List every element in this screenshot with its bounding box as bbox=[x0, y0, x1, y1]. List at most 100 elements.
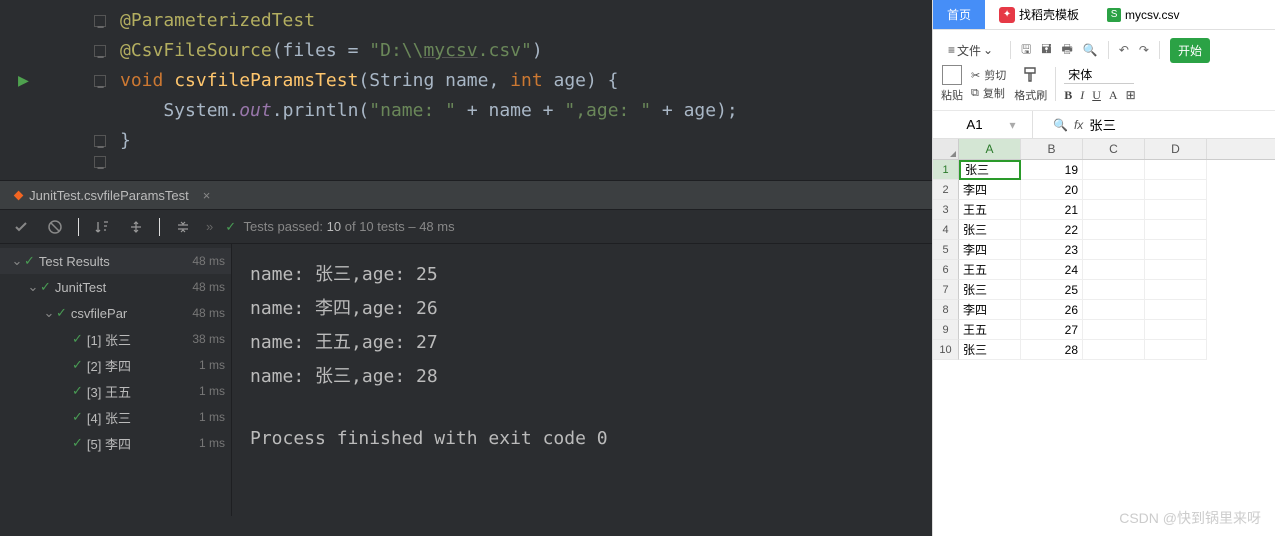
tree-leaf[interactable]: ✓[1] 张三38 ms bbox=[0, 326, 231, 352]
spreadsheet-grid[interactable]: A B C D 1张三19 2李四20 3王五21 4张三22 5李四23 6王… bbox=[933, 139, 1275, 360]
tree-leaf[interactable]: ✓[5] 李四1 ms bbox=[0, 430, 231, 456]
cell[interactable]: 26 bbox=[1021, 300, 1083, 320]
preview-icon[interactable]: 🔍 bbox=[1083, 43, 1098, 57]
fx-icon[interactable]: fx bbox=[1074, 118, 1083, 132]
cell[interactable] bbox=[1083, 280, 1145, 300]
cell[interactable] bbox=[1145, 220, 1207, 240]
fold-icon[interactable] bbox=[94, 15, 106, 27]
font-color-button[interactable]: A bbox=[1109, 88, 1118, 103]
cell[interactable]: 22 bbox=[1021, 220, 1083, 240]
collapse-all-button[interactable] bbox=[172, 216, 194, 238]
select-all-corner[interactable] bbox=[933, 139, 959, 159]
tab-home[interactable]: 首页 bbox=[933, 0, 985, 29]
cell[interactable]: 张三 bbox=[959, 220, 1021, 240]
cell[interactable]: 王五 bbox=[959, 200, 1021, 220]
sort-button[interactable] bbox=[91, 216, 113, 238]
cell[interactable]: 张三 bbox=[959, 160, 1021, 180]
cell[interactable] bbox=[1145, 260, 1207, 280]
tree-node[interactable]: ⌄ ✓ JunitTest 48 ms bbox=[0, 274, 231, 300]
row-header[interactable]: 9 bbox=[933, 320, 959, 340]
cell[interactable] bbox=[1145, 300, 1207, 320]
col-header[interactable]: A bbox=[959, 139, 1021, 159]
cell[interactable]: 24 bbox=[1021, 260, 1083, 280]
cell[interactable] bbox=[1145, 200, 1207, 220]
tree-node[interactable]: ⌄ ✓ csvfilePar 48 ms bbox=[0, 300, 231, 326]
more-icon[interactable]: » bbox=[206, 219, 213, 234]
expand-all-button[interactable] bbox=[125, 216, 147, 238]
paste-button[interactable]: 粘贴 bbox=[941, 65, 963, 103]
chevron-down-icon[interactable]: ⌄ bbox=[26, 279, 40, 295]
run-gutter-icon[interactable]: ▶ bbox=[18, 66, 29, 96]
redo-icon[interactable]: ↷ bbox=[1139, 43, 1149, 57]
cell[interactable]: 张三 bbox=[959, 340, 1021, 360]
cell[interactable] bbox=[1083, 260, 1145, 280]
row-header[interactable]: 10 bbox=[933, 340, 959, 360]
undo-icon[interactable]: ↶ bbox=[1119, 43, 1129, 57]
row-header[interactable]: 3 bbox=[933, 200, 959, 220]
cell[interactable]: 李四 bbox=[959, 240, 1021, 260]
fold-icon[interactable] bbox=[94, 135, 106, 147]
cell[interactable]: 20 bbox=[1021, 180, 1083, 200]
chevron-down-icon[interactable]: ⌄ bbox=[42, 305, 56, 321]
zoom-icon[interactable]: 🔍 bbox=[1053, 118, 1068, 132]
col-header[interactable]: D bbox=[1145, 139, 1207, 159]
cell[interactable] bbox=[1083, 300, 1145, 320]
bold-button[interactable]: B bbox=[1064, 88, 1072, 103]
cell[interactable] bbox=[1145, 240, 1207, 260]
cell[interactable] bbox=[1145, 340, 1207, 360]
cell[interactable] bbox=[1083, 220, 1145, 240]
disabled-button[interactable] bbox=[44, 216, 66, 238]
tree-leaf[interactable]: ✓[3] 王五1 ms bbox=[0, 378, 231, 404]
save-as-icon[interactable]: 🖬 bbox=[1041, 40, 1051, 61]
cell[interactable] bbox=[1145, 280, 1207, 300]
row-header[interactable]: 5 bbox=[933, 240, 959, 260]
chevron-down-icon[interactable]: ⌄ bbox=[10, 253, 24, 269]
cell[interactable]: 19 bbox=[1021, 160, 1083, 180]
underline-button[interactable]: U bbox=[1092, 88, 1101, 103]
row-header[interactable]: 2 bbox=[933, 180, 959, 200]
cell[interactable] bbox=[1083, 240, 1145, 260]
fold-icon[interactable] bbox=[94, 75, 106, 87]
hide-passed-button[interactable] bbox=[10, 216, 32, 238]
tree-root[interactable]: ⌄ ✓ Test Results 48 ms bbox=[0, 248, 231, 274]
format-painter-button[interactable]: 格式刷 bbox=[1014, 65, 1047, 103]
cell[interactable] bbox=[1083, 160, 1145, 180]
cell[interactable]: 25 bbox=[1021, 280, 1083, 300]
tree-leaf[interactable]: ✓[2] 李四1 ms bbox=[0, 352, 231, 378]
formula-input[interactable] bbox=[1089, 117, 1169, 132]
row-header[interactable]: 1 bbox=[933, 160, 959, 180]
tree-leaf[interactable]: ✓[4] 张三1 ms bbox=[0, 404, 231, 430]
cell[interactable] bbox=[1083, 200, 1145, 220]
cell[interactable]: 21 bbox=[1021, 200, 1083, 220]
cell[interactable] bbox=[1145, 180, 1207, 200]
cell[interactable]: 23 bbox=[1021, 240, 1083, 260]
fold-icon[interactable] bbox=[94, 45, 106, 57]
cell[interactable]: 张三 bbox=[959, 280, 1021, 300]
run-tab[interactable]: ⬥ JunitTest.csvfileParamsTest × bbox=[14, 187, 210, 203]
copy-button[interactable]: ⧉复制 bbox=[971, 85, 1006, 101]
cell[interactable] bbox=[1083, 320, 1145, 340]
tab-templates[interactable]: ✦找稻壳模板 bbox=[985, 0, 1093, 29]
cell[interactable]: 27 bbox=[1021, 320, 1083, 340]
cell[interactable] bbox=[1083, 180, 1145, 200]
tab-file[interactable]: Smycsv.csv bbox=[1093, 0, 1193, 29]
close-icon[interactable]: × bbox=[203, 188, 211, 203]
cell[interactable] bbox=[1145, 320, 1207, 340]
save-icon[interactable]: 🖫 bbox=[1021, 40, 1031, 61]
col-header[interactable]: B bbox=[1021, 139, 1083, 159]
row-header[interactable]: 8 bbox=[933, 300, 959, 320]
cell[interactable]: 王五 bbox=[959, 260, 1021, 280]
console-output[interactable]: name: 张三,age: 25 name: 李四,age: 26 name: … bbox=[232, 244, 932, 516]
cell[interactable] bbox=[1083, 340, 1145, 360]
cell-reference-box[interactable]: ▾ bbox=[933, 111, 1033, 138]
start-tab-button[interactable]: 开始 bbox=[1170, 38, 1210, 63]
cell[interactable]: 王五 bbox=[959, 320, 1021, 340]
cell[interactable]: 28 bbox=[1021, 340, 1083, 360]
row-header[interactable]: 4 bbox=[933, 220, 959, 240]
cell[interactable] bbox=[1145, 160, 1207, 180]
font-select[interactable] bbox=[1064, 65, 1134, 84]
row-header[interactable]: 6 bbox=[933, 260, 959, 280]
code-editor[interactable]: @ParameterizedTest @CsvFileSource(files … bbox=[0, 0, 932, 180]
cell-reference-input[interactable] bbox=[949, 117, 999, 132]
border-button[interactable]: ⊞ bbox=[1126, 88, 1136, 103]
